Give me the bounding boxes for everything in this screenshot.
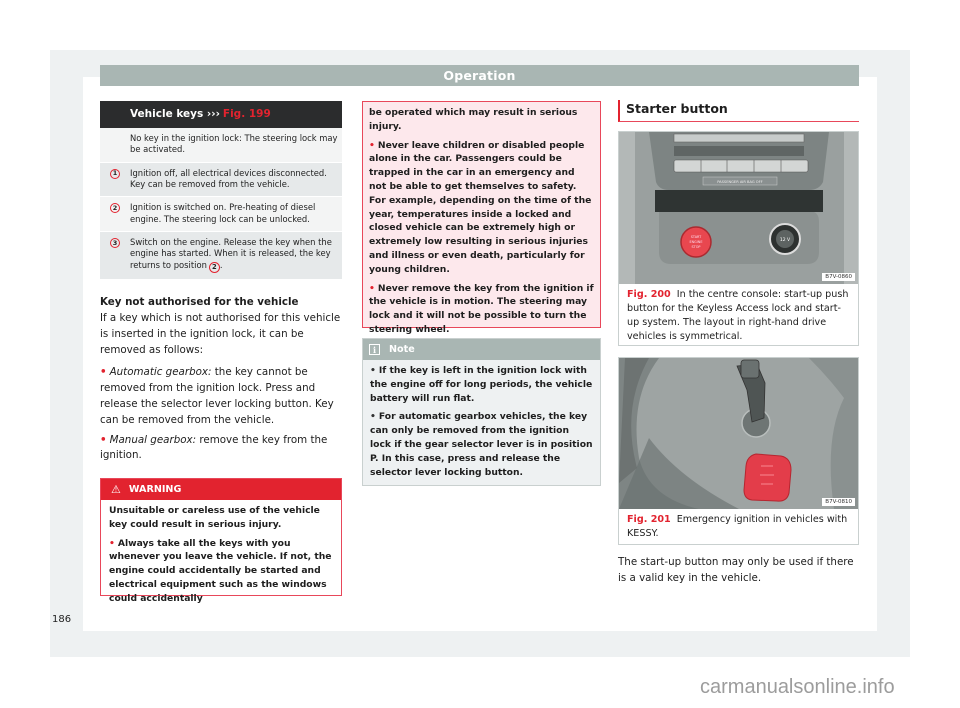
position-number-icon: 2 (110, 203, 120, 214)
figure-caption: Fig. 200 In the centre console: start-up … (627, 289, 849, 342)
airbag-label: PASSENGER AIR BAG OFF (717, 180, 763, 184)
note-bullet: • For automatic gearbox vehicles, the key… (370, 411, 593, 478)
bullet-icon: • (100, 365, 107, 378)
warning-lead: Unsuitable or careless use of the vehicl… (109, 505, 320, 530)
table-row: No key in the ignition lock: The steerin… (100, 128, 342, 163)
warning-title: WARNING (128, 484, 182, 495)
warning-bullet: • Never leave children or disabled people… (369, 139, 592, 275)
table-title: Vehicle keys (130, 108, 204, 121)
watermark: carmanualsonline.info (700, 676, 895, 698)
warning-box-continued: be operated which may result in serious … (362, 101, 601, 335)
warning-box: ⚠ WARNING Unsuitable or careless use of … (100, 478, 342, 604)
bullet-icon: • (100, 433, 107, 446)
svg-text:12 V: 12 V (780, 237, 791, 243)
warning-bullet-continued: be operated which may result in serious … (369, 107, 578, 132)
starter-button-heading: Starter button (618, 100, 859, 122)
warning-bullet: • Always take all the keys with you whene… (109, 537, 332, 604)
figure-201: B7V-0810 Fig. 201 Emergency ignition in v… (618, 357, 859, 545)
note-bullet: • If the key is left in the ignition lock… (370, 365, 593, 404)
figure-code: B7V-0810 (822, 498, 855, 506)
svg-text:ENGINE: ENGINE (690, 240, 703, 244)
warning-triangle-icon: ⚠ (111, 483, 121, 496)
table-cell-text: No key in the ignition lock: The steerin… (130, 133, 338, 155)
figure-reference-link[interactable]: Fig. 199 (223, 107, 271, 121)
svg-text:START: START (691, 235, 702, 239)
figure-number: Fig. 200 (627, 289, 671, 300)
table-cell-text: Ignition is switched on. Pre-heating of … (130, 202, 316, 224)
bullet-item: • Automatic gearbox: the key cannot be re… (100, 365, 334, 426)
note-title: Note (389, 344, 415, 355)
figure-caption: Fig. 201 Emergency ignition in vehicles w… (627, 514, 848, 539)
note-box: i Note • If the key is left in the igniti… (362, 338, 601, 486)
centre-console-illustration: PASSENGER AIR BAG OFF START ENGINE STOP … (619, 132, 858, 284)
ignition-drawing (619, 358, 858, 509)
bullet-icon: • (369, 282, 375, 294)
vehicle-keys-table: Vehicle keys ››› Fig. 199 No key in the … (100, 101, 342, 280)
emergency-ignition-illustration: B7V-0810 (619, 358, 858, 509)
svg-text:STOP: STOP (692, 245, 701, 249)
position-number-icon: 3 (110, 238, 120, 249)
figure-code: B7V-0860 (822, 273, 855, 281)
page-number: 186 (52, 614, 72, 625)
table-cell-text: Switch on the engine. Release the key wh… (130, 237, 338, 273)
bullet-icon: • (370, 365, 376, 376)
info-icon: i (369, 344, 380, 355)
console-drawing: PASSENGER AIR BAG OFF START ENGINE STOP … (619, 132, 858, 284)
position-reference-icon: 2 (208, 261, 220, 273)
vehicle-keys-table-header: Vehicle keys ››› Fig. 199 (100, 101, 342, 128)
table-row: 1 Ignition off, all electrical devices d… (100, 162, 342, 198)
bullet-icon: • (370, 411, 376, 423)
starter-body-text: The start-up button may only be used if … (618, 556, 854, 584)
table-row: 3 Switch on the engine. Release the key … (100, 232, 342, 280)
position-number-icon: 1 (110, 168, 120, 179)
unauthorised-key-intro: If a key which is not authorised for thi… (100, 311, 341, 356)
section-header: Operation (100, 65, 859, 86)
table-row: 2 Ignition is switched on. Pre-heating o… (100, 197, 342, 233)
table-cell-text: Ignition off, all electrical devices dis… (130, 167, 327, 190)
figure-number: Fig. 201 (627, 514, 671, 525)
warning-header: ⚠ WARNING (101, 479, 341, 500)
column-left: Vehicle keys ››› Fig. 199 No key in the … (100, 101, 342, 464)
reference-arrows: ››› (206, 108, 220, 121)
note-header: i Note (363, 339, 600, 360)
figure-200: PASSENGER AIR BAG OFF START ENGINE STOP … (618, 131, 859, 346)
warning-bullet: • Never remove the key from the ignition … (369, 282, 594, 335)
bullet-icon: • (369, 139, 375, 151)
unauthorised-key-heading: Key not authorised for the vehicle (100, 295, 299, 308)
vehicle-keys-table-body: No key in the ignition lock: The steerin… (100, 128, 342, 280)
bullet-item: • Manual gearbox: remove the key from the… (100, 433, 328, 462)
section-header-title: Operation (443, 68, 516, 83)
bullet-icon: • (109, 537, 115, 549)
